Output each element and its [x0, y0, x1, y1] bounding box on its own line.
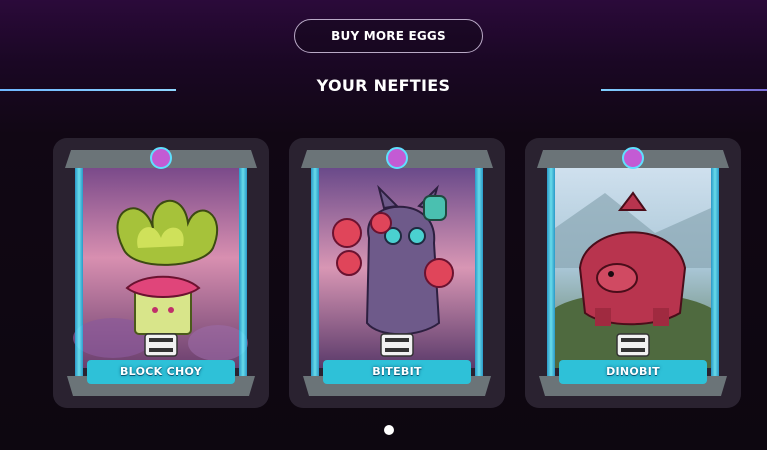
nefties-carousel: BLOCK CHOY BITEBIT DINOBIT	[0, 138, 767, 410]
divider-right	[601, 89, 767, 91]
nefty-card-block-choy[interactable]: BLOCK CHOY	[53, 138, 269, 408]
nefty-card-bitebit[interactable]: BITEBIT	[289, 138, 505, 408]
nefty-name: DINOBIT	[606, 365, 660, 378]
nefty-card-dinobit[interactable]: DINOBIT	[525, 138, 741, 408]
buy-more-eggs-button[interactable]: BUY MORE EGGS	[294, 19, 483, 53]
carousel-page-dot[interactable]	[384, 425, 394, 435]
section-title: YOUR NEFTIES	[316, 76, 451, 95]
nefty-name: BLOCK CHOY	[120, 365, 202, 378]
nefty-name: BITEBIT	[372, 365, 422, 378]
